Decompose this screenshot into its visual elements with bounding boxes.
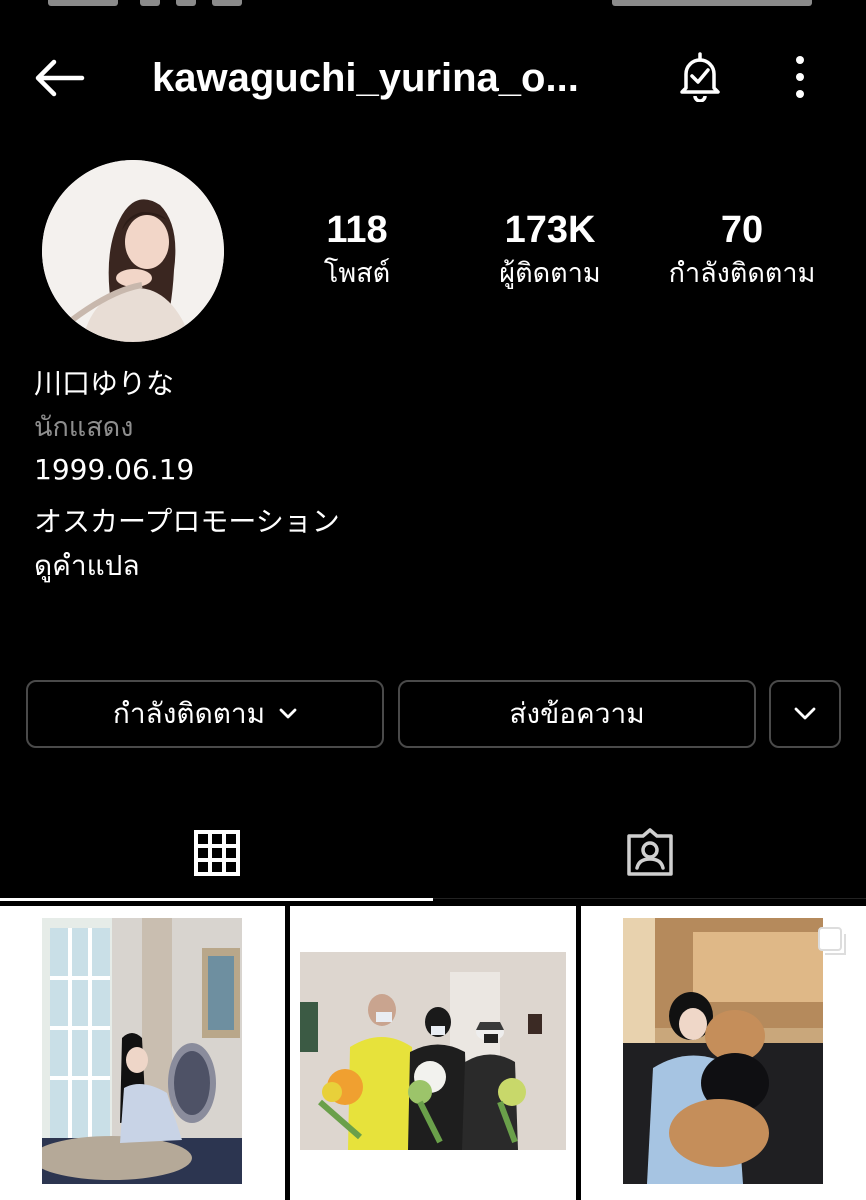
arrow-left-icon [35,59,85,97]
stat-followers-value: 173K [504,209,596,251]
stat-posts[interactable]: 118 โพสต์ [296,206,418,294]
tagged-person-icon [627,828,673,876]
following-button-label: กำลังติดตาม [112,697,266,730]
profile-username: kawaguchi_yurina_o... [152,56,579,100]
stat-posts-label: โพสต์ [323,258,391,289]
more-vertical-icon [796,56,804,98]
stat-following[interactable]: 70 กำลังติดตาม [650,206,834,294]
post-thumbnail[interactable] [581,906,866,1200]
stat-followers[interactable]: 173K ผู้ติดตาม [478,206,622,294]
avatar-photo [42,160,224,342]
profile-tabs [0,810,866,902]
more-options-button[interactable] [786,54,814,100]
bio-line-birthday: 1999.06.19 [34,453,195,486]
chevron-down-icon [279,708,297,719]
message-button[interactable]: ส่งข้อความ [398,680,756,748]
post-photo [623,918,823,1184]
bio-line-agency: オスカープロモーション [34,505,340,538]
notification-bell-icon [680,52,720,103]
multiple-photos-icon [818,927,846,955]
grid-icon [194,830,240,876]
profile-display-name: 川口ゆりな [34,367,175,400]
stat-posts-value: 118 [326,209,388,251]
message-button-label: ส่งข้อความ [509,697,645,730]
top-bar: kawaguchi_yurina_o... [0,40,866,116]
tab-posts-grid[interactable] [0,810,433,901]
post-photo [42,918,242,1184]
stat-following-value: 70 [720,209,764,251]
status-bar [0,0,866,10]
see-translation-link[interactable]: ดูคำแปล [34,546,140,586]
stat-followers-label: ผู้ติดตาม [499,258,601,289]
post-photo [300,952,566,1150]
post-thumbnail[interactable] [290,906,576,1200]
following-button[interactable]: กำลังติดตาม [26,680,384,748]
notification-button[interactable] [676,52,724,103]
profile-category: นักแสดง [34,412,134,443]
suggested-accounts-button[interactable] [769,680,841,748]
back-button[interactable] [30,58,86,98]
stat-following-label: กำลังติดตาม [668,258,816,289]
post-thumbnail[interactable] [0,906,285,1200]
chevron-down-icon [794,707,816,720]
tab-tagged[interactable] [433,810,866,899]
profile-avatar[interactable] [42,160,224,342]
